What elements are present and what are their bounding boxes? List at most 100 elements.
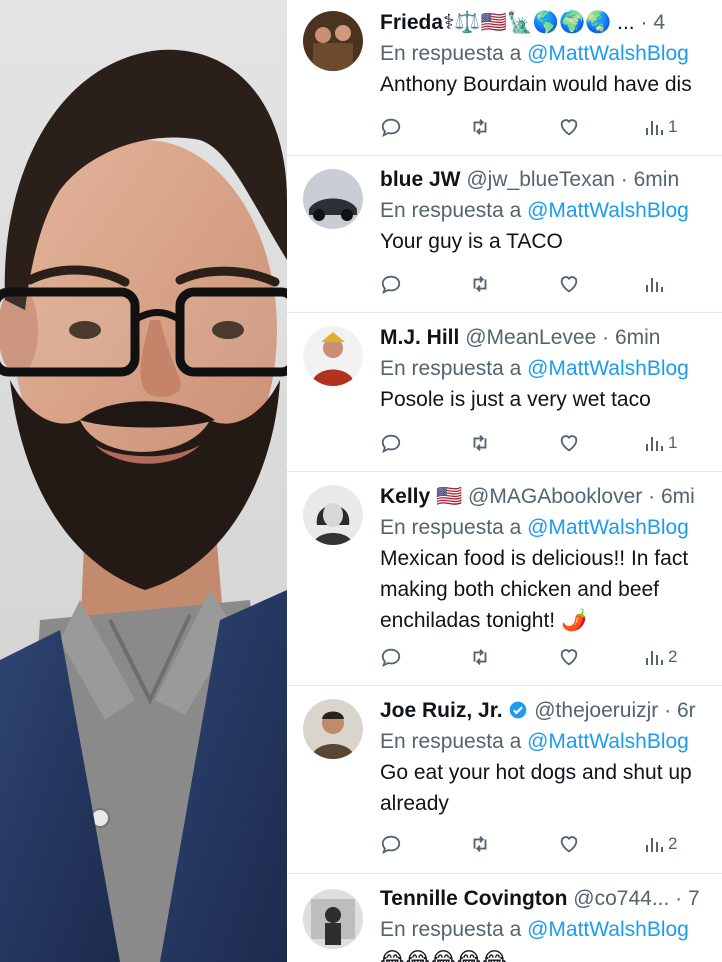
reply-context: En respuesta a @MattWalshBlog [380, 195, 722, 226]
reply-button[interactable] [380, 642, 402, 672]
views-button[interactable]: 2 [644, 829, 677, 859]
separator-dot: · [620, 168, 628, 191]
avatar[interactable] [303, 326, 363, 386]
reply-icon [381, 835, 401, 855]
avatar[interactable] [303, 485, 363, 545]
tweet-text: Posole is just a very wet taco [380, 388, 651, 411]
reply-button[interactable] [380, 829, 402, 859]
tweet-actions [380, 269, 722, 299]
retweet-icon [473, 649, 487, 665]
like-button[interactable] [558, 428, 580, 458]
heart-icon [560, 435, 578, 452]
tweet-header: M.J. Hill @MeanLevee · 6min [380, 323, 722, 353]
reply-prefix: En respuesta a [380, 730, 522, 753]
tweet-item[interactable]: blue JW @jw_blueTexan · 6min En respuest… [287, 156, 722, 313]
author-name[interactable]: Tennille Covington [380, 887, 567, 910]
heart-icon [560, 649, 578, 666]
tweet-item[interactable]: Joe Ruiz, Jr. @thejoeruizjr · 6r En resp… [287, 686, 722, 874]
tweet-time[interactable]: 4 [653, 11, 665, 34]
tweet-actions: 2 [380, 829, 722, 859]
heart-icon [560, 836, 578, 853]
author-handle[interactable]: @thejoeruizjr [534, 699, 658, 722]
screenshot-root: Frieda⚕⚖️🇺🇸🗽🌎🌍🌏 ... · 4 En respuesta a @… [0, 0, 722, 962]
reply-prefix: En respuesta a [380, 516, 522, 539]
views-count: 1 [668, 117, 678, 136]
like-button[interactable] [558, 269, 580, 299]
views-icon [646, 838, 663, 852]
tweet-text: Anthony Bourdain would have dis [380, 73, 692, 96]
reply-button[interactable] [380, 428, 402, 458]
reply-mention-link[interactable]: @MattWalshBlog [527, 199, 689, 222]
views-icon [646, 437, 663, 451]
reply-mention-link[interactable]: @MattWalshBlog [527, 730, 689, 753]
views-button[interactable] [644, 269, 668, 299]
reply-prefix: En respuesta a [380, 357, 522, 380]
retweet-button[interactable] [468, 642, 492, 672]
tweet-item[interactable]: Kelly 🇺🇸 @MAGAbooklover · 6mi En respues… [287, 472, 722, 686]
author-name[interactable]: Frieda [380, 11, 443, 34]
separator-dot: · [675, 887, 683, 910]
reply-mention-link[interactable]: @MattWalshBlog [527, 357, 689, 380]
tweet-item[interactable]: Frieda⚕⚖️🇺🇸🗽🌎🌍🌏 ... · 4 En respuesta a @… [287, 0, 722, 156]
reply-mention-link[interactable]: @MattWalshBlog [527, 918, 689, 941]
tweet-body: Frieda⚕⚖️🇺🇸🗽🌎🌍🌏 ... · 4 En respuesta a @… [380, 8, 722, 100]
avatar[interactable] [303, 889, 363, 949]
tweet-time[interactable]: 6mi [661, 485, 695, 508]
author-handle[interactable]: @co744... [573, 887, 669, 910]
tweet-text: 😂😂😂😂😂 [380, 949, 508, 962]
views-count: 1 [668, 433, 678, 452]
retweet-button[interactable] [468, 269, 492, 299]
heart-icon [560, 119, 578, 136]
views-icon [646, 121, 663, 135]
views-button[interactable]: 1 [644, 112, 677, 142]
tweet-actions: 1 [380, 428, 722, 458]
retweet-button[interactable] [468, 829, 492, 859]
tweet-time[interactable]: 6r [677, 699, 696, 722]
reply-icon [381, 118, 401, 138]
tweet-time[interactable]: 7 [688, 887, 700, 910]
like-button[interactable] [558, 642, 580, 672]
tweet-actions: 2 [380, 642, 722, 672]
tweet-item[interactable]: M.J. Hill @MeanLevee · 6min En respuesta… [287, 313, 722, 472]
separator-dot: · [640, 11, 648, 34]
author-handle[interactable]: @jw_blueTexan [466, 168, 615, 191]
views-button[interactable]: 1 [644, 428, 677, 458]
author-name-emojis: ⚕⚖️🇺🇸🗽🌎🌍🌏 ... [443, 11, 635, 34]
reply-mention-link[interactable]: @MattWalshBlog [527, 42, 689, 65]
author-handle[interactable]: @MAGAbooklover [468, 485, 642, 508]
tweet-body: Kelly 🇺🇸 @MAGAbooklover · 6mi En respues… [380, 482, 722, 636]
author-name[interactable]: M.J. Hill [380, 326, 459, 349]
retweet-button[interactable] [468, 112, 492, 142]
reply-button[interactable] [380, 269, 402, 299]
retweet-button[interactable] [468, 428, 492, 458]
like-button[interactable] [558, 829, 580, 859]
tweet-item[interactable]: Tennille Covington @co744... · 7 En resp… [287, 874, 722, 962]
tweet-body: Joe Ruiz, Jr. @thejoeruizjr · 6r En resp… [380, 696, 722, 819]
avatar[interactable] [303, 699, 363, 759]
reply-prefix: En respuesta a [380, 918, 522, 941]
reply-button[interactable] [380, 112, 402, 142]
author-name[interactable]: blue JW [380, 168, 461, 191]
retweet-icon [473, 836, 487, 852]
author-name[interactable]: Kelly [380, 485, 430, 508]
retweet-icon [473, 435, 487, 451]
tweet-time[interactable]: 6min [615, 326, 661, 349]
reply-mention-link[interactable]: @MattWalshBlog [527, 516, 689, 539]
like-button[interactable] [558, 112, 580, 142]
tweet-time[interactable]: 6min [634, 168, 680, 191]
avatar[interactable] [303, 11, 363, 71]
avatar[interactable] [303, 169, 363, 229]
tweet-text: Your guy is a TACO [380, 230, 563, 253]
heart-icon [560, 276, 578, 293]
views-button[interactable]: 2 [644, 642, 677, 672]
tweet-actions: 1 [380, 112, 722, 142]
replies-feed[interactable]: Frieda⚕⚖️🇺🇸🗽🌎🌍🌏 ... · 4 En respuesta a @… [287, 0, 722, 962]
author-name[interactable]: Joe Ruiz, Jr. [380, 699, 503, 722]
tweet-header: blue JW @jw_blueTexan · 6min [380, 165, 722, 195]
reply-prefix: En respuesta a [380, 199, 522, 222]
tweet-body: M.J. Hill @MeanLevee · 6min En respuesta… [380, 323, 722, 415]
reply-context: En respuesta a @MattWalshBlog [380, 38, 722, 69]
author-handle[interactable]: @MeanLevee [465, 326, 596, 349]
views-icon [646, 651, 663, 665]
portrait-photo [0, 0, 287, 962]
